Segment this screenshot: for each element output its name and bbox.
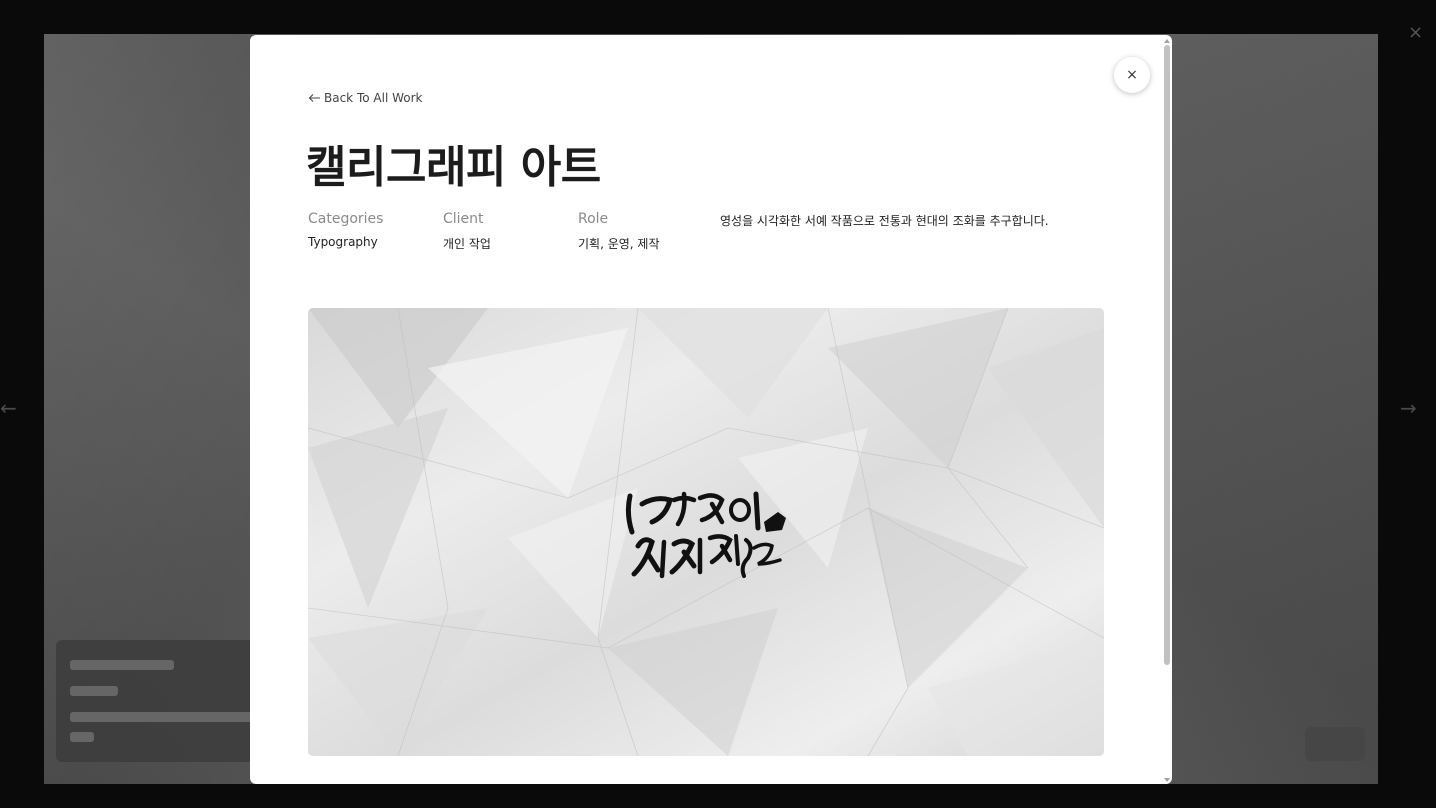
arrow-left-icon: [308, 94, 320, 102]
back-to-all-work-link[interactable]: Back To All Work: [308, 91, 422, 105]
meta-categories: Categories Typography: [308, 211, 383, 249]
meta-client: Client 개인 작업: [443, 211, 491, 252]
page-title: 캘리그래피 아트: [306, 142, 601, 193]
meta-label: Role: [578, 211, 609, 227]
project-detail-modal: × Back To All Work 캘리그래피 아트 Categories T…: [250, 35, 1172, 784]
modal-scrollbar[interactable]: [1162, 39, 1172, 784]
project-hero-image: [308, 308, 1104, 756]
scroll-up-arrow-icon[interactable]: [1164, 39, 1170, 43]
crumpled-paper-artwork: [308, 308, 1104, 756]
background-close-icon[interactable]: ×: [1408, 22, 1423, 43]
meta-role: Role 기획, 운영, 제작: [578, 211, 660, 252]
meta-value: 개인 작업: [443, 237, 491, 251]
meta-value: 기획, 운영, 제작: [578, 237, 660, 251]
meta-value: Typography: [308, 235, 378, 249]
close-button[interactable]: ×: [1114, 57, 1150, 93]
scroll-down-arrow-icon[interactable]: [1164, 778, 1170, 782]
background-action-button: [1305, 727, 1365, 761]
back-link-label: Back To All Work: [324, 91, 423, 105]
project-description: 영성을 시각화한 서예 작품으로 전통과 현대의 조화를 추구합니다.: [720, 214, 1049, 228]
next-arrow-icon[interactable]: →: [1400, 398, 1417, 418]
prev-arrow-icon[interactable]: ←: [0, 398, 17, 418]
close-icon: ×: [1126, 67, 1138, 83]
meta-label: Categories: [308, 211, 384, 227]
scroll-thumb[interactable]: [1164, 45, 1170, 665]
meta-label: Client: [443, 211, 484, 227]
